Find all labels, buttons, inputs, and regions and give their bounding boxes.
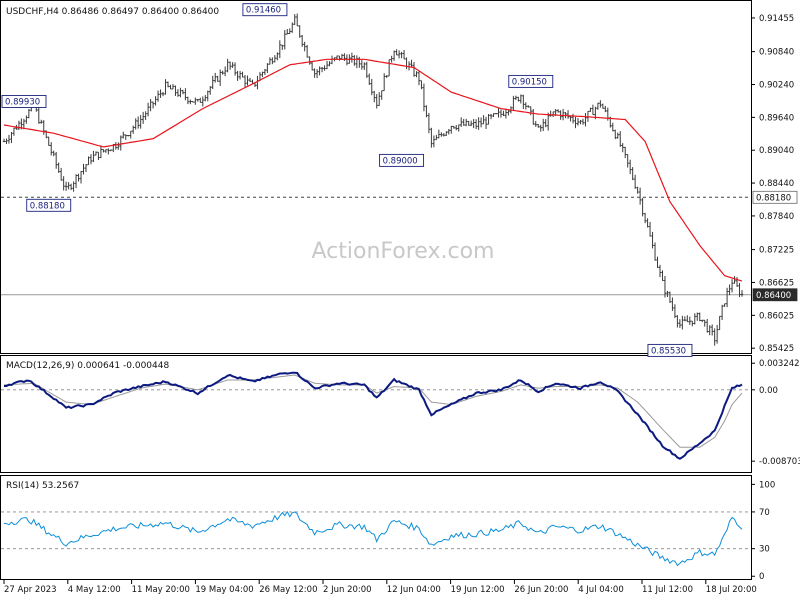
price-axis-label: 0.89040: [759, 146, 794, 156]
symbol-header: USDCHF,H4 0.86486 0.86497 0.86400 0.8640…: [6, 7, 219, 17]
price-axis-label: 0.86025: [759, 311, 794, 321]
x-axis-label: 12 Jun 04:00: [387, 585, 441, 595]
macd-title: MACD(12,26,9) 0.000641 -0.000448: [6, 361, 169, 371]
x-axis-label: 4 May 12:00: [68, 585, 121, 595]
rsi-line: [3, 510, 743, 567]
price-axis-label: 0.88440: [759, 179, 794, 189]
macd-line: [4, 371, 743, 460]
price-axis-label: 0.90240: [759, 80, 794, 90]
rsi-axis-label: 100: [759, 480, 775, 490]
price-annotation-label: 0.85530: [651, 346, 686, 356]
price-annotation-label: 0.89930: [5, 97, 40, 107]
price-axis-label: 0.86625: [759, 278, 794, 288]
price-line-label: 0.86400: [756, 291, 791, 301]
macd-signal-line: [3, 374, 743, 448]
watermark: ActionForex.com: [312, 239, 495, 264]
x-axis-label: 19 Jun 12:00: [451, 585, 505, 595]
price-axis-label: 0.91455: [759, 14, 794, 24]
chart-svg: ActionForex.com USDCHF,H4 0.86486 0.8649…: [0, 0, 800, 595]
x-axis-label: 2 Jun 20:00: [323, 585, 372, 595]
x-axis-label: 26 May 12:00: [259, 585, 317, 595]
x-axis-label: 26 Jun 20:00: [514, 585, 568, 595]
x-axis-label: 27 Apr 2023: [4, 585, 57, 595]
price-line-label: 0.88180: [756, 193, 791, 203]
x-axis-label: 18 Jul 20:00: [706, 585, 757, 595]
price-panel-frame: [0, 0, 752, 354]
rsi-axis-label: 30: [759, 545, 770, 555]
price-annotation-label: 0.91460: [246, 6, 281, 16]
x-axis-label: 11 May 20:00: [132, 585, 190, 595]
chart-root: ActionForex.com USDCHF,H4 0.86486 0.8649…: [0, 0, 800, 600]
price-axis-label: 0.87840: [759, 212, 794, 222]
x-axis-label: 11 Jul 12:00: [642, 585, 693, 595]
macd-axis-label: 0.003242: [759, 359, 800, 369]
rsi-axis-label: 70: [759, 508, 770, 518]
rsi-axis-label: 0: [759, 572, 764, 582]
macd-axis-label: 0.00: [759, 386, 778, 396]
price-axis-label: 0.85425: [759, 344, 794, 354]
price-annotation-label: 0.90150: [512, 77, 547, 87]
price-axis-label: 0.87225: [759, 246, 794, 256]
price-axis-label: 0.89640: [759, 113, 794, 123]
price-axis-label: 0.90840: [759, 48, 794, 58]
x-axis-label: 4 Jul 04:00: [578, 585, 624, 595]
rsi-title: RSI(14) 53.2567: [6, 481, 79, 491]
price-annotation-label: 0.88180: [30, 201, 65, 211]
price-annotation-label: 0.89000: [383, 156, 418, 166]
x-axis-label: 19 May 04:00: [195, 585, 253, 595]
macd-axis-label: -0.008703: [759, 457, 800, 467]
